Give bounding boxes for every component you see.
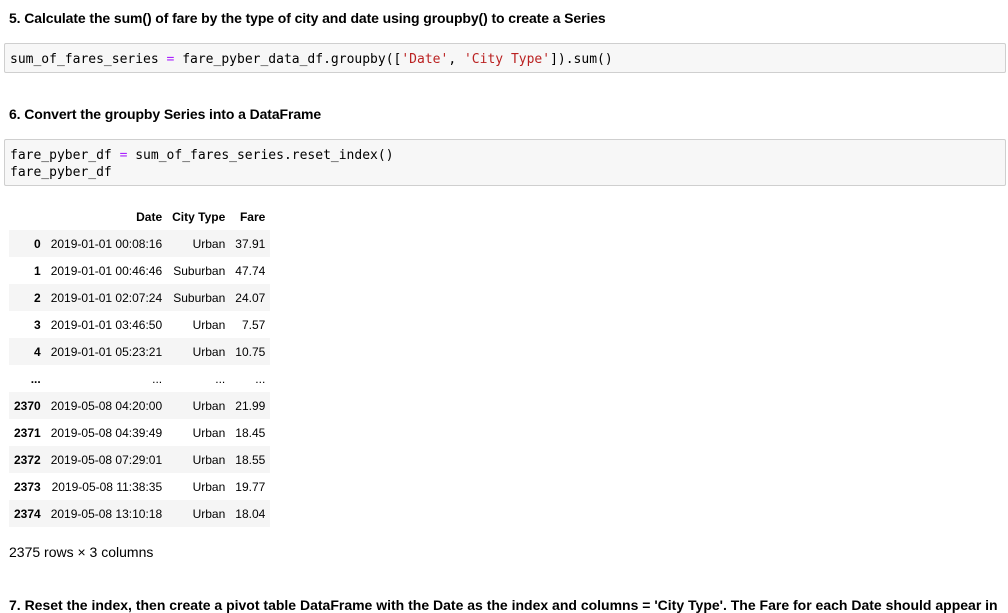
table-row: 2 2019-01-01 02:07:24 Suburban 24.07	[9, 284, 271, 311]
code-expression: fare_pyber_data_df.groupby([	[182, 52, 402, 67]
code-variable: fare_pyber_df	[10, 148, 112, 163]
table-row: 0 2019-01-01 00:08:16 Urban 37.91	[9, 230, 271, 257]
cell-fare: 19.77	[235, 479, 266, 494]
markdown-heading-step-6: 6. Convert the groupby Series into a Dat…	[9, 106, 322, 122]
row-index: 2370	[14, 398, 41, 413]
code-cell-reset-index[interactable]: fare_pyber_df = sum_of_fares_series.rese…	[4, 139, 1006, 186]
cell-fare: ...	[255, 371, 266, 386]
cell-city-type: Urban	[192, 236, 226, 251]
code-expression: sum_of_fares_series.reset_index()	[135, 148, 394, 163]
cell-city-type: Urban	[192, 452, 226, 467]
cell-fare: 37.91	[235, 236, 266, 251]
cell-city-type: Urban	[192, 425, 226, 440]
cell-date: ...	[152, 371, 163, 386]
cell-city-type: Urban	[192, 317, 226, 332]
table-row: 2373 2019-05-08 11:38:35 Urban 19.77	[9, 473, 270, 500]
cell-city-type: Urban	[192, 479, 226, 494]
cell-date: 2019-05-08 13:10:18	[50, 506, 163, 521]
cell-date: 2019-05-08 04:20:00	[50, 398, 163, 413]
code-line-2: fare_pyber_df	[10, 165, 112, 180]
row-index: 2373	[14, 479, 41, 494]
row-index: 2	[34, 290, 41, 305]
code-string-city-type: 'City Type'	[463, 52, 551, 67]
cell-date: 2019-05-08 04:39:49	[50, 425, 163, 440]
cell-fare: 18.04	[235, 506, 266, 521]
dataframe-shape-text: 2375 rows × 3 columns	[9, 544, 154, 560]
table-row: 3 2019-01-01 03:46:50 Urban 7.57	[9, 311, 270, 338]
cell-fare: 18.45	[235, 425, 266, 440]
cell-date: 2019-01-01 00:08:16	[50, 236, 163, 251]
cell-fare: 21.99	[235, 398, 266, 413]
table-row: 2371 2019-05-08 04:39:49 Urban 18.45	[9, 419, 270, 446]
cell-city-type: Urban	[192, 398, 226, 413]
code-variable: sum_of_fares_series	[10, 52, 159, 67]
cell-date: 2019-05-08 11:38:35	[51, 479, 163, 494]
code-operator: =	[119, 148, 128, 163]
row-index: ...	[30, 371, 41, 386]
table-row: 2374 2019-05-08 13:10:18 Urban 18.04	[9, 500, 271, 527]
column-header-date: Date	[136, 209, 163, 224]
markdown-heading-step-7-partial: 7. Reset the index, then create a pivot …	[9, 597, 998, 613]
row-index: 2374	[14, 506, 41, 521]
row-index: 3	[34, 317, 41, 332]
cell-date: 2019-01-01 03:46:50	[50, 317, 163, 332]
table-row: 2372 2019-05-08 07:29:01 Urban 18.55	[9, 446, 271, 473]
code-comma: ,	[448, 52, 464, 67]
table-ellipsis-row: ............	[9, 365, 270, 392]
cell-fare: 10.75	[235, 344, 266, 359]
row-index: 0	[34, 236, 41, 251]
code-cell-groupby[interactable]: sum_of_fares_series = fare_pyber_data_df…	[4, 43, 1006, 73]
cell-date: 2019-01-01 05:23:21	[50, 344, 163, 359]
cell-city-type: Suburban	[173, 290, 226, 305]
cell-fare: 7.57	[241, 317, 266, 332]
row-index: 4	[34, 344, 41, 359]
table-row: 2370 2019-05-08 04:20:00 Urban 21.99	[9, 392, 271, 419]
code-expression-end: ]).sum()	[550, 52, 613, 67]
cell-city-type: Urban	[192, 344, 226, 359]
cell-fare: 47.74	[235, 263, 266, 278]
cell-date: 2019-05-08 07:29:01	[50, 452, 163, 467]
row-index: 2372	[14, 452, 41, 467]
column-header-fare: Fare	[239, 209, 266, 224]
cell-fare: 18.55	[235, 452, 266, 467]
cell-city-type: Suburban	[173, 263, 226, 278]
cell-date: 2019-01-01 02:07:24	[50, 290, 163, 305]
index-header	[9, 203, 46, 230]
cell-fare: 24.07	[235, 290, 266, 305]
cell-city-type: ...	[215, 371, 226, 386]
dataframe-output-table: Date City Type Fare 0 2019-01-01 00:08:16…	[9, 203, 271, 527]
code-string-date: 'Date'	[401, 52, 449, 67]
table-header-row: Date City Type Fare	[9, 203, 270, 230]
cell-city-type: Urban	[192, 506, 226, 521]
table-row: 4 2019-01-01 05:23:21 Urban 10.75	[9, 338, 271, 365]
code-operator: =	[166, 52, 175, 67]
table-row: 1 2019-01-01 00:46:46 Suburban 47.74	[9, 257, 270, 284]
row-index: 2371	[14, 425, 41, 440]
column-header-city-type: City Type	[172, 209, 226, 224]
markdown-heading-step-5: 5. Calculate the sum() of fare by the ty…	[9, 10, 606, 26]
cell-date: 2019-01-01 00:46:46	[50, 263, 163, 278]
row-index: 1	[34, 263, 41, 278]
